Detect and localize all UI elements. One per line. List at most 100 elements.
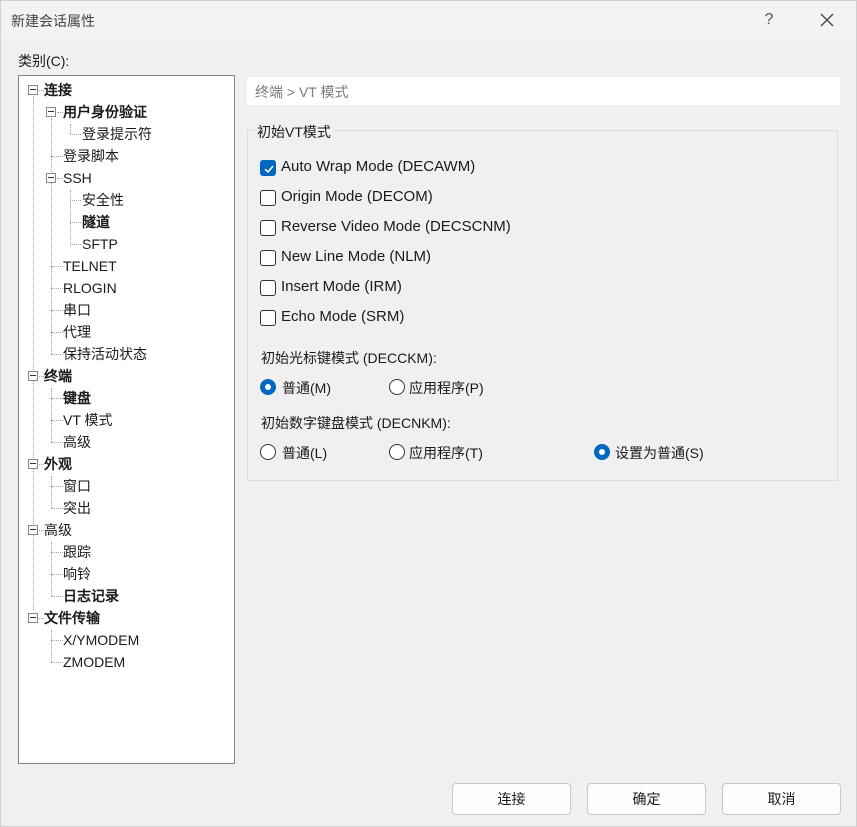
- keypad-normal-radio[interactable]: [260, 444, 276, 460]
- tree-item-label: RLOGIN: [63, 280, 117, 296]
- expand-toggle-file-transfer[interactable]: [28, 613, 38, 623]
- tree-item-label: 窗口: [63, 478, 91, 494]
- ok-button[interactable]: 确定: [587, 783, 706, 815]
- tree-item-label: 登录脚本: [63, 148, 119, 164]
- tree-item-tunnel[interactable]: 隧道: [82, 211, 110, 233]
- category-tree[interactable]: 连接 用户身份验证 登录提示符 登录脚本 SSH 安全性 隧道 SFTP TEL…: [18, 75, 235, 764]
- tree-item-label: 突出: [63, 500, 91, 516]
- tree-item-label: 文件传输: [44, 610, 100, 626]
- tree-item-connection[interactable]: 连接: [44, 79, 72, 101]
- auto-wrap-label[interactable]: Auto Wrap Mode (DECAWM): [281, 158, 475, 175]
- new-line-mode-checkbox[interactable]: [260, 250, 276, 266]
- keypad-set-normal-radio[interactable]: [594, 444, 610, 460]
- session-properties-dialog: 新建会话属性 ? 类别(C): 连接 用户身份验证 登录提示符 登录脚本 SSH…: [0, 0, 857, 827]
- tree-item-rlogin[interactable]: RLOGIN: [63, 277, 117, 299]
- tree-item-serial[interactable]: 串口: [63, 299, 91, 321]
- tree-item-login-script[interactable]: 登录脚本: [63, 145, 119, 167]
- tree-item-advanced[interactable]: 高级: [44, 519, 72, 541]
- cursor-normal-label[interactable]: 普通(M): [282, 378, 331, 398]
- origin-mode-checkbox[interactable]: [260, 190, 276, 206]
- insert-mode-label[interactable]: Insert Mode (IRM): [281, 278, 402, 295]
- connect-button[interactable]: 连接: [452, 783, 571, 815]
- tree-item-appearance[interactable]: 外观: [44, 453, 72, 475]
- tree-item-terminal[interactable]: 终端: [44, 365, 72, 387]
- tree-item-label: 登录提示符: [82, 126, 152, 142]
- tree-item-trace[interactable]: 跟踪: [63, 541, 91, 563]
- tree-item-label: 键盘: [63, 390, 91, 406]
- tree-item-security[interactable]: 安全性: [82, 189, 124, 211]
- keypad-application-label[interactable]: 应用程序(T): [409, 443, 483, 463]
- expand-toggle-auth[interactable]: [46, 107, 56, 117]
- tree-item-bell[interactable]: 响铃: [63, 563, 91, 585]
- tree-item-label: TELNET: [63, 258, 117, 274]
- tree-item-label: 保持活动状态: [63, 346, 147, 362]
- tree-item-label: 高级: [44, 522, 72, 538]
- cancel-button[interactable]: 取消: [722, 783, 841, 815]
- tree-item-label: 隧道: [82, 214, 110, 230]
- tree-item-logging[interactable]: 日志记录: [63, 585, 119, 607]
- tree-item-terminal-advanced[interactable]: 高级: [63, 431, 91, 453]
- keypad-set-normal-label[interactable]: 设置为普通(S): [615, 443, 704, 463]
- cursor-key-mode-label: 初始光标键模式 (DECCKM):: [261, 350, 437, 366]
- expand-toggle-ssh[interactable]: [46, 173, 56, 183]
- keypad-application-radio[interactable]: [389, 444, 405, 460]
- cursor-application-radio[interactable]: [389, 379, 405, 395]
- auto-wrap-checkbox[interactable]: [260, 160, 276, 176]
- insert-mode-checkbox[interactable]: [260, 280, 276, 296]
- tree-item-label: SSH: [63, 170, 92, 186]
- tree-item-window[interactable]: 窗口: [63, 475, 91, 497]
- echo-mode-checkbox[interactable]: [260, 310, 276, 326]
- tree-item-label: 高级: [63, 434, 91, 450]
- tree-item-telnet[interactable]: TELNET: [63, 255, 117, 277]
- tree-item-label: 连接: [44, 82, 72, 98]
- tree-item-label: 代理: [63, 324, 91, 340]
- tree-item-label: SFTP: [82, 236, 118, 252]
- close-icon: [820, 13, 834, 27]
- tree-item-proxy[interactable]: 代理: [63, 321, 91, 343]
- tree-item-ssh[interactable]: SSH: [63, 167, 92, 189]
- new-line-mode-label[interactable]: New Line Mode (NLM): [281, 248, 431, 265]
- expand-toggle-connection[interactable]: [28, 85, 38, 95]
- tree-item-label: 用户身份验证: [63, 104, 147, 120]
- category-label: 类别(C):: [18, 53, 70, 69]
- reverse-video-label[interactable]: Reverse Video Mode (DECSCNM): [281, 218, 511, 235]
- expand-toggle-terminal[interactable]: [28, 371, 38, 381]
- cursor-application-label[interactable]: 应用程序(P): [409, 378, 484, 398]
- tree-item-label: 外观: [44, 456, 72, 472]
- tree-item-xymodem[interactable]: X/YMODEM: [63, 629, 139, 651]
- tree-item-sftp[interactable]: SFTP: [82, 233, 118, 255]
- close-button[interactable]: [809, 5, 845, 35]
- window-title: 新建会话属性: [11, 13, 95, 29]
- reverse-video-checkbox[interactable]: [260, 220, 276, 236]
- tree-item-keyboard[interactable]: 键盘: [63, 387, 91, 409]
- tree-item-label: 响铃: [63, 566, 91, 582]
- tree-item-file-transfer[interactable]: 文件传输: [44, 607, 100, 629]
- tree-item-label: 日志记录: [63, 588, 119, 604]
- echo-mode-label[interactable]: Echo Mode (SRM): [281, 308, 404, 325]
- checkmark-icon: [264, 165, 274, 174]
- keypad-mode-label: 初始数字键盘模式 (DECNKM):: [261, 415, 451, 431]
- tree-item-vt-mode[interactable]: VT 模式: [63, 409, 113, 431]
- keypad-normal-label[interactable]: 普通(L): [282, 443, 327, 463]
- breadcrumb-text: 终端 > VT 模式: [255, 84, 349, 100]
- tree-item-label: 终端: [44, 368, 72, 384]
- tree-item-zmodem[interactable]: ZMODEM: [63, 651, 125, 673]
- tree-item-highlight[interactable]: 突出: [63, 497, 91, 519]
- tree-item-label: X/YMODEM: [63, 632, 140, 648]
- tree-item-label: 跟踪: [63, 544, 91, 560]
- cursor-normal-radio[interactable]: [260, 379, 276, 395]
- tree-item-label: ZMODEM: [63, 654, 126, 670]
- tree-item-label: 串口: [63, 302, 91, 318]
- title-bar: 新建会话属性 ?: [1, 1, 856, 39]
- group-title: 初始VT模式: [255, 122, 333, 142]
- tree-item-auth[interactable]: 用户身份验证: [63, 101, 147, 123]
- tree-item-keepalive[interactable]: 保持活动状态: [63, 343, 147, 365]
- tree-item-label: 安全性: [82, 192, 124, 208]
- breadcrumb: 终端 > VT 模式: [247, 77, 840, 105]
- expand-toggle-appearance[interactable]: [28, 459, 38, 469]
- tree-item-login-prompt[interactable]: 登录提示符: [82, 123, 152, 145]
- origin-mode-label[interactable]: Origin Mode (DECOM): [281, 188, 433, 205]
- help-button[interactable]: ?: [753, 5, 785, 35]
- expand-toggle-advanced[interactable]: [28, 525, 38, 535]
- tree-item-label: VT 模式: [63, 412, 113, 428]
